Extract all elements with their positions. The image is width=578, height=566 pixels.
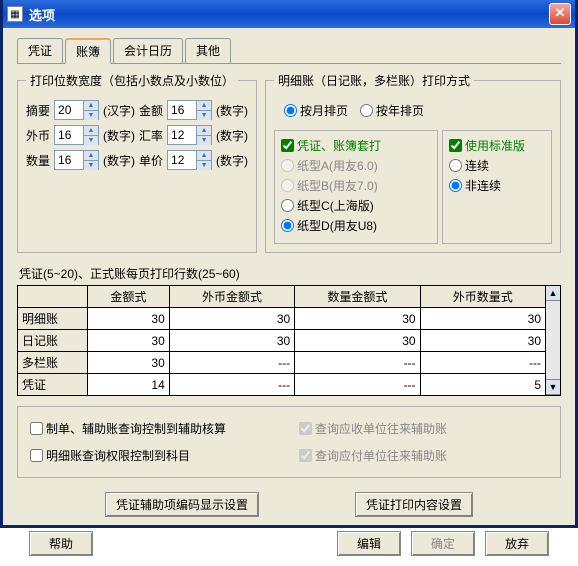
check-detail-perm[interactable]: 明细账查询权限控制到科目 xyxy=(30,447,279,464)
table-row: 明细账30303030 xyxy=(18,308,546,330)
radio-paper-d[interactable]: 纸型D(用友U8) xyxy=(281,217,431,234)
scroll-down-icon: ▼ xyxy=(546,380,560,395)
ok-button: 确定 xyxy=(411,531,475,556)
label-amount: 金额 xyxy=(139,102,163,119)
spinner-qty[interactable]: ▲▼ xyxy=(54,150,99,170)
print-width-legend: 打印位数宽度（包括小数点及小数位） xyxy=(26,72,238,89)
check-use-standard[interactable]: 使用标准版 xyxy=(449,137,545,154)
check-recv-aux: 查询应收单位往来辅助账 xyxy=(299,420,548,437)
table-row: 多栏账30--------- xyxy=(18,352,546,374)
lower-options-group: 制单、辅助账查询控制到辅助核算 查询应收单位往来辅助账 明细账查询权限控制到科目… xyxy=(17,406,561,478)
radio-by-year[interactable]: 按年排页 xyxy=(360,102,424,119)
check-pay-aux: 查询应付单位往来辅助账 xyxy=(299,447,548,464)
table-row: 日记账30303030 xyxy=(18,330,546,352)
options-dialog: ▦ 选项 ✕ 凭证 账簿 会计日历 其他 打印位数宽度（包括小数点及小数位） 摘… xyxy=(0,0,578,528)
radio-by-month[interactable]: 按月排页 xyxy=(284,102,348,119)
check-voucher-ledger[interactable]: 凭证、账簿套打 xyxy=(281,137,431,154)
cancel-button[interactable]: 放弃 xyxy=(485,531,549,556)
spinner-price[interactable]: ▲▼ xyxy=(167,150,212,170)
print-width-group: 打印位数宽度（包括小数点及小数位） 摘要 ▲▼ (汉字) 金额 ▲▼ (数字) … xyxy=(17,72,257,253)
spinner-rate[interactable]: ▲▼ xyxy=(167,125,212,145)
check-aux-query[interactable]: 制单、辅助账查询控制到辅助核算 xyxy=(30,420,279,437)
radio-paper-a: 纸型A(用友6.0) xyxy=(281,157,431,174)
titlebar: ▦ 选项 ✕ xyxy=(3,0,575,28)
scroll-up-icon: ▲ xyxy=(546,286,560,301)
spinner-foreign[interactable]: ▲▼ xyxy=(54,125,99,145)
label-price: 单价 xyxy=(139,152,163,169)
spinner-amount[interactable]: ▲▼ xyxy=(167,100,212,120)
app-icon: ▦ xyxy=(7,6,23,22)
close-icon[interactable]: ✕ xyxy=(549,3,571,25)
window-title: 选项 xyxy=(29,5,549,24)
label-abstract: 摘要 xyxy=(26,102,50,119)
tab-ledger[interactable]: 账簿 xyxy=(65,38,111,64)
radio-paper-c[interactable]: 纸型C(上海版) xyxy=(281,197,431,214)
tab-other[interactable]: 其他 xyxy=(185,38,231,63)
tab-bar: 凭证 账簿 会计日历 其他 xyxy=(17,38,561,64)
table-row: 凭证14------5 xyxy=(18,374,546,396)
tab-calendar[interactable]: 会计日历 xyxy=(113,38,183,63)
label-qty: 数量 xyxy=(26,152,50,169)
tab-voucher[interactable]: 凭证 xyxy=(17,38,63,63)
detail-print-group: 明细账（日记账，多栏账）打印方式 按月排页 按年排页 凭证、账簿套打 纸型A(用… xyxy=(265,72,561,253)
edit-button[interactable]: 编辑 xyxy=(337,531,401,556)
table-title: 凭证(5~20)、正式账每页打印行数(25~60) xyxy=(19,265,561,282)
label-foreign: 外币 xyxy=(26,127,50,144)
table-scrollbar[interactable]: ▲▼ xyxy=(546,285,561,396)
print-lines-table: 金额式 外币金额式 数量金额式 外币数量式 明细账30303030 日记账303… xyxy=(17,285,546,396)
detail-legend: 明细账（日记账，多栏账）打印方式 xyxy=(274,72,474,89)
help-button[interactable]: 帮助 xyxy=(29,531,93,556)
radio-paper-b: 纸型B(用友7.0) xyxy=(281,177,431,194)
btn-print-content[interactable]: 凭证打印内容设置 xyxy=(355,492,473,517)
label-rate: 汇率 xyxy=(139,127,163,144)
radio-continuous[interactable]: 连续 xyxy=(449,157,545,174)
radio-noncontinuous[interactable]: 非连续 xyxy=(449,177,545,194)
btn-aux-code-display[interactable]: 凭证辅助项编码显示设置 xyxy=(105,492,259,517)
spinner-abstract[interactable]: ▲▼ xyxy=(54,100,99,120)
